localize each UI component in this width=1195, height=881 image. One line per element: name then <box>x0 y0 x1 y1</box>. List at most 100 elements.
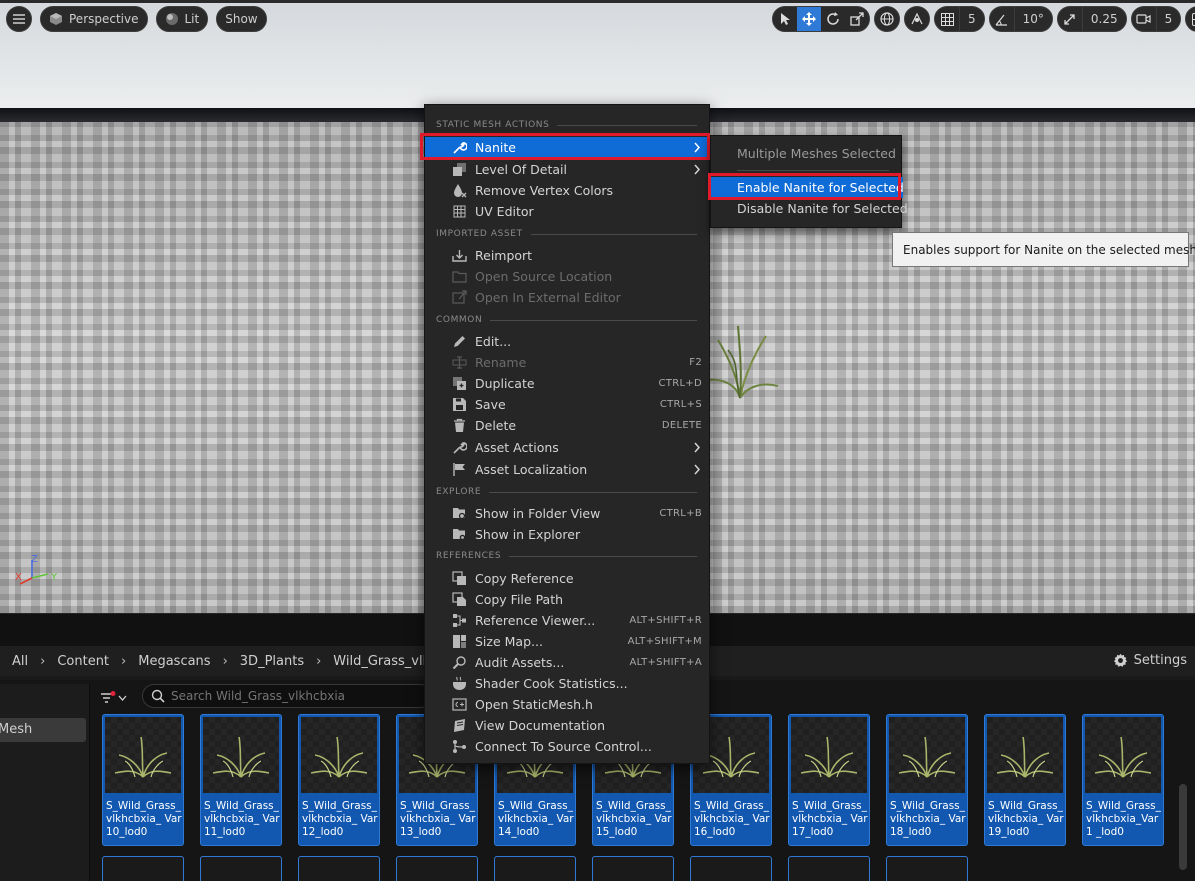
asset-tile-label: S_Wild_Grass_ vlkhcbxia_ Var13_lod0 <box>400 800 476 838</box>
trash-icon <box>454 418 465 432</box>
menu-item-reimport[interactable]: Reimport <box>425 245 711 266</box>
menu-item-view-documentation[interactable]: View Documentation <box>425 715 711 736</box>
rotate-mode-button[interactable] <box>821 7 845 31</box>
external-editor-icon <box>452 290 467 304</box>
search-box[interactable] <box>142 684 432 708</box>
menu-item-rename[interactable]: Rename F2 <box>425 352 711 373</box>
section-divider <box>530 233 697 235</box>
rotation-snap-value[interactable]: 10° <box>1013 7 1052 31</box>
settings-button[interactable]: Settings <box>1113 653 1187 668</box>
menu-item-reference-viewer[interactable]: Reference Viewer... ALT+SHIFT+R <box>425 610 711 631</box>
section-common: COMMON <box>436 314 697 326</box>
rotation-snap-toggle[interactable] <box>990 7 1014 31</box>
menu-item-open-source-location[interactable]: Open Source Location <box>425 266 711 287</box>
lit-button[interactable]: Lit <box>155 6 209 32</box>
asset-tile-next-row[interactable] <box>396 856 478 881</box>
asset-tile-next-row[interactable] <box>886 856 968 881</box>
submenu-item-label: Enable Nanite for Selected <box>737 180 904 195</box>
asset-tile[interactable]: S_Wild_Grass_ vlkhcbxia_ Var10_lod0 <box>102 714 184 846</box>
surface-snap-icon <box>911 12 923 25</box>
menu-item-shader-cook-statistics[interactable]: Shader Cook Statistics... <box>425 673 711 694</box>
menu-item-edit[interactable]: Edit... <box>425 331 711 352</box>
scale-mode-button[interactable] <box>845 7 869 31</box>
asset-tile[interactable]: S_Wild_Grass_ vlkhcbxia_Var1 _lod0 <box>1082 714 1164 846</box>
menu-item-show-in-folder-view[interactable]: Show in Folder View CTRL+B <box>425 503 711 524</box>
asset-tile-next-row[interactable] <box>788 856 870 881</box>
section-divider <box>509 555 697 557</box>
breadcrumb-content[interactable]: Content <box>53 654 113 669</box>
select-mode-button[interactable] <box>773 7 797 31</box>
asset-tile-next-row[interactable] <box>494 856 576 881</box>
grid-snap-toggle[interactable] <box>935 7 959 31</box>
menu-item-level-of-detail[interactable]: Level Of Detail <box>425 159 711 180</box>
submenu-header: Multiple Meshes Selected <box>737 146 896 161</box>
menu-item-asset-actions[interactable]: Asset Actions <box>425 437 711 458</box>
lit-sphere-icon <box>165 13 178 25</box>
asset-grid-scrollbar[interactable] <box>1179 784 1187 870</box>
disable-nanite-for-selected[interactable]: Disable Nanite for Selected <box>711 198 908 219</box>
section-imported-asset: IMPORTED ASSET <box>436 228 697 240</box>
menu-item-shortcut: CTRL+S <box>659 399 702 410</box>
asset-tile-next-row[interactable] <box>102 856 184 881</box>
asset-tile[interactable]: S_Wild_Grass_ vlkhcbxia_ Var12_lod0 <box>298 714 380 846</box>
menu-item-delete[interactable]: Delete DELETE <box>425 415 711 436</box>
grid-snap-value[interactable]: 5 <box>959 7 984 31</box>
enable-nanite-for-selected[interactable]: Enable Nanite for Selected <box>711 177 904 198</box>
viewport-menu-button[interactable] <box>6 6 32 32</box>
camera-speed-value[interactable]: 5 <box>1155 7 1181 31</box>
chevron-right-icon <box>694 442 701 453</box>
breadcrumb-3d-plants[interactable]: 3D_Plants <box>236 654 308 669</box>
asset-tile-next-row[interactable] <box>200 856 282 881</box>
menu-item-save[interactable]: Save CTRL+S <box>425 394 711 415</box>
asset-tile[interactable]: S_Wild_Grass_ vlkhcbxia_ Var17_lod0 <box>788 714 870 846</box>
menu-item-size-map[interactable]: Size Map... ALT+SHIFT+M <box>425 631 711 652</box>
copy-file-path-icon <box>452 592 466 606</box>
sources-filter-item[interactable]: Mesh <box>0 718 86 742</box>
menu-item-copy-reference[interactable]: Copy Reference <box>425 568 711 589</box>
asset-tile-label: S_Wild_Grass_ vlkhcbxia_ Var16_lod0 <box>694 800 770 838</box>
menu-item-open-in-external-editor[interactable]: Open In External Editor <box>425 287 711 308</box>
breadcrumb-all[interactable]: All <box>8 654 32 669</box>
grid-snap-group[interactable]: 5 <box>934 6 985 32</box>
asset-thumbnail <box>105 717 181 793</box>
menu-item-copy-file-path[interactable]: Copy File Path <box>425 589 711 610</box>
filter-icon <box>101 691 116 703</box>
scale-snap-icon <box>1064 13 1076 25</box>
viewport-layout-button[interactable] <box>1185 6 1195 32</box>
scale-snap-value[interactable]: 0.25 <box>1081 7 1126 31</box>
menu-item-audit-assets[interactable]: Audit Assets... ALT+SHIFT+A <box>425 652 711 673</box>
menu-item-asset-localization[interactable]: Asset Localization <box>425 459 711 480</box>
menu-item-uv-editor[interactable]: UV Editor <box>425 201 711 222</box>
filter-button[interactable] <box>100 687 134 709</box>
surface-snap-toggle[interactable] <box>904 6 930 32</box>
perspective-button[interactable]: Perspective <box>40 6 148 32</box>
menu-item-open-staticmesh-h[interactable]: Open StaticMesh.h <box>425 694 711 715</box>
menu-item-remove-vertex-colors[interactable]: Remove Vertex Colors <box>425 180 711 201</box>
translate-mode-button[interactable] <box>797 7 821 31</box>
chevron-right-icon: › <box>222 653 228 669</box>
scale-snap-group[interactable]: 0.25 <box>1056 6 1127 32</box>
breadcrumb-megascans[interactable]: Megascans <box>134 654 214 669</box>
menu-item-show-in-explorer[interactable]: Show in Explorer <box>425 524 711 545</box>
asset-tile[interactable]: S_Wild_Grass_ vlkhcbxia_ Var11_lod0 <box>200 714 282 846</box>
show-button[interactable]: Show <box>216 6 267 32</box>
menu-item-nanite[interactable]: Nanite <box>425 137 711 158</box>
asset-tile[interactable]: S_Wild_Grass_ vlkhcbxia_ Var18_lod0 <box>886 714 968 846</box>
asset-tile-next-row[interactable] <box>690 856 772 881</box>
asset-tile-next-row[interactable] <box>298 856 380 881</box>
folder-explore-icon <box>453 529 466 541</box>
search-input[interactable] <box>171 689 411 703</box>
menu-item-duplicate[interactable]: Duplicate CTRL+D <box>425 373 711 394</box>
asset-tile-next-row[interactable] <box>592 856 674 881</box>
chevron-right-icon <box>694 164 701 175</box>
rename-cursor-icon <box>452 356 467 369</box>
world-local-toggle[interactable] <box>874 6 900 32</box>
camera-speed-group[interactable]: 5 <box>1130 6 1182 32</box>
asset-thumbnail <box>1085 717 1161 793</box>
camera-speed-toggle[interactable] <box>1132 7 1156 31</box>
scale-snap-toggle[interactable] <box>1058 7 1082 31</box>
asset-tile-label: S_Wild_Grass_ vlkhcbxia_ Var10_lod0 <box>106 800 182 838</box>
menu-item-connect-to-source-control[interactable]: Connect To Source Control... <box>425 736 711 757</box>
rotation-snap-group[interactable]: 10° <box>988 6 1053 32</box>
asset-tile[interactable]: S_Wild_Grass_ vlkhcbxia_ Var19_lod0 <box>984 714 1066 846</box>
